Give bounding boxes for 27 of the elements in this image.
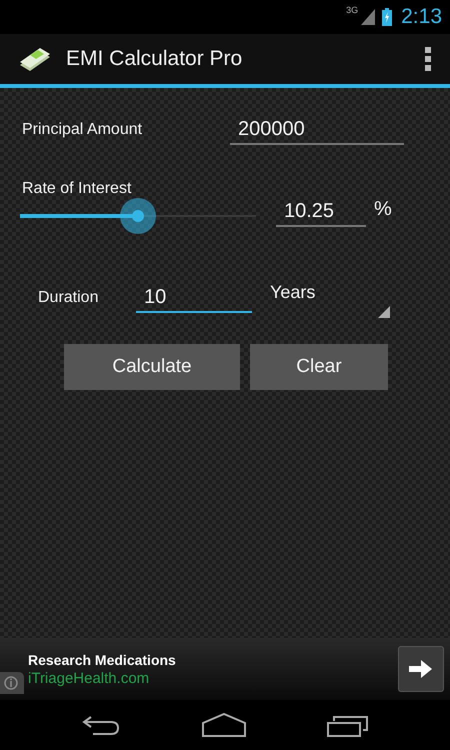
clock: 2:13 xyxy=(401,5,442,29)
duration-input[interactable]: 10 xyxy=(136,284,252,312)
principal-input[interactable]: 200000 xyxy=(230,116,404,144)
dropdown-corner-icon xyxy=(378,306,390,318)
home-icon[interactable] xyxy=(202,713,246,737)
unit-label: % xyxy=(374,198,392,220)
rate-input[interactable]: 10.25 xyxy=(276,198,366,226)
battery-icon xyxy=(382,8,392,26)
signal-icon xyxy=(361,9,376,25)
action-button[interactable]: Clear xyxy=(250,344,388,390)
field-label: Principal Amount xyxy=(22,121,144,139)
unit-dropdown[interactable]: Years xyxy=(270,278,390,318)
field-label: Rate of Interest xyxy=(22,180,132,198)
back-icon[interactable] xyxy=(80,714,121,736)
recent-apps-icon[interactable] xyxy=(327,713,370,737)
action-button[interactable]: Calculate xyxy=(64,344,240,390)
ad-headline[interactable]: Research Medications xyxy=(28,652,398,668)
rate-slider[interactable] xyxy=(20,198,256,234)
info-icon[interactable] xyxy=(0,672,24,694)
ad-link[interactable]: iTriageHealth.com xyxy=(28,670,398,686)
arrow-icon xyxy=(409,659,433,679)
field-label: Duration xyxy=(38,289,100,307)
app-title: EMI Calculator Pro xyxy=(66,47,244,71)
network-type: 3G xyxy=(346,5,358,15)
overflow-menu-icon[interactable] xyxy=(424,47,432,71)
money-icon xyxy=(18,47,52,71)
arrow-button[interactable] xyxy=(398,646,444,692)
